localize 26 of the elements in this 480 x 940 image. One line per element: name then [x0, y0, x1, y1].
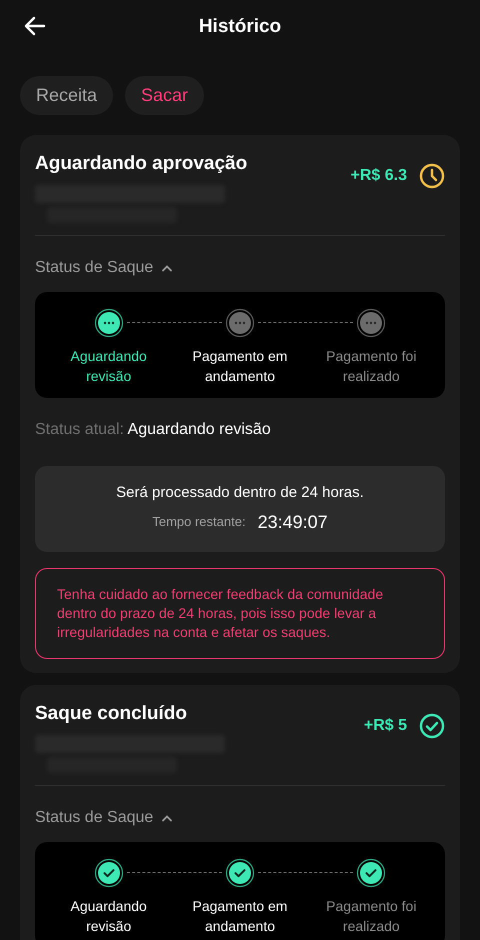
chevron-icon: [161, 814, 174, 822]
processing-notice: Será processado dentro de 24 horas.: [116, 483, 364, 503]
back-arrow-icon[interactable]: [24, 16, 46, 36]
countdown: 23:49:07: [258, 510, 328, 534]
withdrawal-title: Aguardando aprovação: [35, 152, 248, 176]
status-toggle[interactable]: Status de Saque: [35, 806, 174, 830]
step-label: Aguardando revisão: [70, 896, 148, 936]
chevron-icon: [161, 264, 174, 272]
tab[interactable]: Sacar: [125, 76, 204, 115]
step-label: Pagamento foi realizado: [325, 347, 418, 386]
withdrawal-title: Saque concluído: [35, 702, 188, 726]
warning-text: Tenha cuidado ao fornecer feedback da comunidade dentro do prazo de 24 horas, pois isso pode levar a irregularidades na conta e afetar os saques.: [57, 584, 384, 642]
check-circle-icon: [419, 712, 445, 738]
current-status-label: Status atual:: [35, 421, 124, 438]
step-label: Pagamento foi realizado: [325, 896, 418, 936]
withdrawal-amount: +R$ 5: [364, 716, 407, 736]
status-toggle[interactable]: Status de Saque: [35, 256, 174, 280]
withdrawal-amount: +R$ 6.3: [350, 166, 407, 186]
step-label: Aguardando revisão: [70, 347, 148, 386]
current-status-value: Aguardando revisão: [128, 421, 271, 438]
clock-icon: [419, 163, 445, 189]
step-label: Pagamento em andamento: [192, 347, 288, 386]
page-title: Histórico: [198, 14, 282, 39]
remaining-label: Tempo restante:: [152, 513, 246, 532]
tab[interactable]: Receita: [20, 76, 114, 115]
step-label: Pagamento em andamento: [192, 896, 288, 936]
